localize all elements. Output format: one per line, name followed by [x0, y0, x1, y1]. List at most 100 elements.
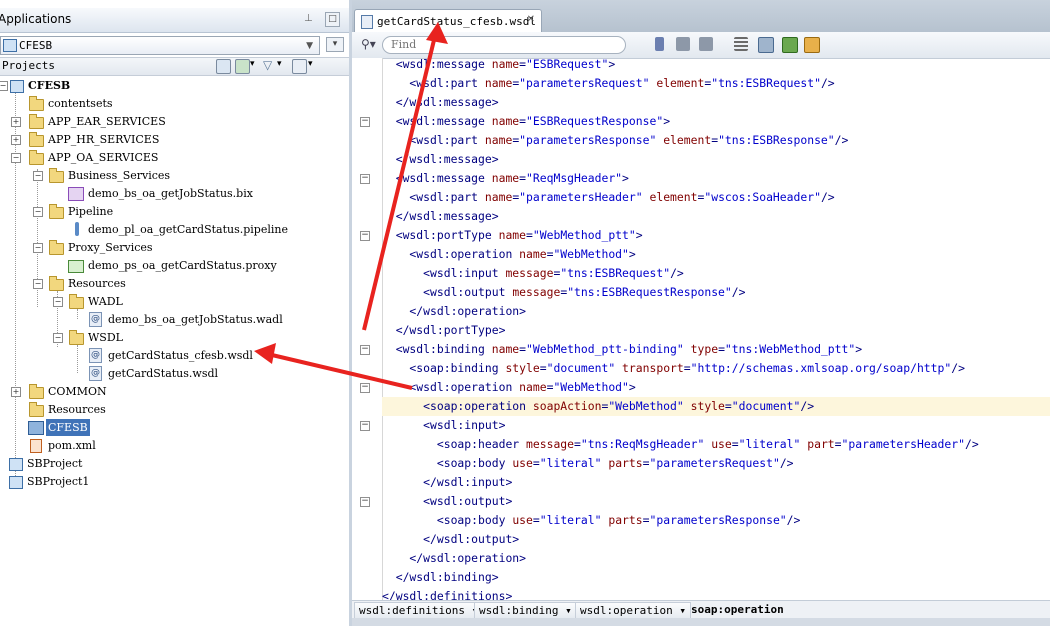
chevron-down-icon[interactable]: ▾ — [308, 59, 313, 69]
format-icon[interactable] — [734, 37, 748, 51]
code-line[interactable]: </wsdl:operation> — [382, 302, 1050, 321]
code-line[interactable]: <wsdl:operation name="WebMethod"> — [382, 378, 1050, 397]
chevron-down-icon[interactable]: ▼ — [306, 41, 313, 51]
breadcrumb-item[interactable]: wsdl:definitions ▾ — [354, 602, 484, 619]
application-selector[interactable]: CFESB ▼ — [0, 36, 320, 55]
proxy-service-icon — [68, 260, 84, 273]
code-line[interactable]: <soap:body use="literal" parts="paramete… — [382, 454, 1050, 473]
filter-icon[interactable]: ▽ — [263, 58, 272, 72]
editor-panel: getCardStatus_cfesb.wsdl ✕ ⚲▾ − − − − − − − <w… — [352, 0, 1050, 626]
code-line[interactable]: </wsdl:portType> — [382, 321, 1050, 340]
applications-title: Applications — [0, 12, 72, 26]
maximize-icon[interactable]: □ — [325, 12, 340, 27]
collapse-icon[interactable]: − — [53, 333, 63, 343]
business-service-icon — [68, 187, 84, 201]
breadcrumb-item-current[interactable]: soap:operation — [687, 602, 788, 617]
collapse-icon[interactable]: − — [33, 171, 43, 181]
collapse-icon[interactable]: − — [33, 243, 43, 253]
folder-icon — [49, 168, 64, 183]
bookmark-icon[interactable] — [655, 37, 664, 51]
collapse-icon[interactable]: − — [33, 279, 43, 289]
pin-icon[interactable]: ⊥ — [304, 13, 313, 24]
code-line[interactable]: <soap:body use="literal" parts="paramete… — [382, 511, 1050, 530]
code-line[interactable]: <wsdl:output message="tns:ESBRequestResp… — [382, 283, 1050, 302]
breadcrumb-item[interactable]: wsdl:binding ▾ — [474, 602, 577, 619]
tree-item-label: Resources — [68, 277, 126, 290]
code-line[interactable]: <wsdl:part name="parametersRequest" elem… — [382, 74, 1050, 93]
projects-bar: Projects ▾ ▽ ▾ ▾ — [0, 57, 349, 76]
tree-item-label: demo_bs_oa_getJobStatus.bix — [88, 187, 253, 200]
tree-item-label: APP_HR_SERVICES — [48, 133, 160, 146]
folder-icon — [29, 96, 44, 111]
code-line[interactable]: <soap:operation soapAction="WebMethod" s… — [382, 397, 1050, 416]
code-editor[interactable]: <wsdl:message name="ESBRequest"> <wsdl:p… — [382, 58, 1050, 600]
search-icon[interactable] — [216, 59, 231, 74]
code-line[interactable]: <wsdl:output> — [382, 492, 1050, 511]
project-icon — [9, 476, 23, 489]
find-field[interactable] — [382, 36, 626, 54]
code-line[interactable]: </wsdl:output> — [382, 530, 1050, 549]
find-input[interactable] — [391, 38, 611, 51]
code-line[interactable]: <soap:binding style="document" transport… — [382, 359, 1050, 378]
tree-item-label: CFESB — [46, 419, 90, 436]
folder-icon — [49, 240, 64, 255]
code-line[interactable]: <wsdl:message name="ESBRequestResponse"> — [382, 112, 1050, 131]
chevron-down-icon[interactable]: ▾ — [250, 59, 255, 69]
collapse-icon[interactable]: − — [33, 207, 43, 217]
fold-toggle-icon[interactable]: − — [360, 497, 370, 507]
tree-item-label: CFESB — [28, 79, 71, 92]
next-bookmark-icon[interactable] — [699, 37, 713, 51]
code-line[interactable]: <wsdl:message name="ReqMsgHeader"> — [382, 169, 1050, 188]
validate-icon[interactable] — [758, 37, 774, 53]
tab-getcardstatus-cfesb-wsdl[interactable]: getCardStatus_cfesb.wsdl ✕ — [354, 9, 542, 33]
code-line[interactable]: <soap:header message="tns:ReqMsgHeader" … — [382, 435, 1050, 454]
layout-icon[interactable] — [804, 37, 820, 53]
fold-toggle-icon[interactable]: − — [360, 421, 370, 431]
run-icon[interactable] — [782, 37, 798, 53]
collapse-icon[interactable]: − — [53, 297, 63, 307]
code-line[interactable]: </wsdl:message> — [382, 93, 1050, 112]
fold-toggle-icon[interactable]: − — [360, 174, 370, 184]
tree-item-label: SBProject1 — [27, 475, 90, 488]
fold-toggle-icon[interactable]: − — [360, 345, 370, 355]
folder-icon — [29, 150, 44, 165]
refresh-icon[interactable] — [235, 59, 250, 74]
applications-titlebar: Applications ⊥ □ — [0, 8, 349, 33]
folder-icon — [49, 204, 64, 219]
code-line[interactable]: <wsdl:input message="tns:ESBRequest"/> — [382, 264, 1050, 283]
collapse-icon[interactable]: − — [11, 153, 21, 163]
close-icon[interactable]: ✕ — [527, 14, 535, 25]
project-icon — [9, 458, 23, 471]
collapse-icon[interactable]: − — [0, 81, 8, 91]
search-icon[interactable]: ⚲▾ — [361, 37, 376, 51]
expand-icon[interactable]: + — [11, 387, 21, 397]
application-menu-button[interactable]: ▾ — [326, 37, 344, 52]
code-line[interactable]: </wsdl:definitions> — [382, 587, 1050, 600]
code-line[interactable]: <wsdl:portType name="WebMethod_ptt"> — [382, 226, 1050, 245]
tree-item-label: APP_OA_SERVICES — [48, 151, 159, 164]
previous-bookmark-icon[interactable] — [676, 37, 690, 51]
code-line[interactable]: <wsdl:operation name="WebMethod"> — [382, 245, 1050, 264]
code-line[interactable]: <wsdl:message name="ESBRequest"> — [382, 58, 1050, 74]
fold-toggle-icon[interactable]: − — [360, 231, 370, 241]
code-line[interactable]: </wsdl:message> — [382, 207, 1050, 226]
tree-item-label: demo_bs_oa_getJobStatus.wadl — [108, 313, 283, 326]
code-line[interactable]: </wsdl:operation> — [382, 549, 1050, 568]
code-line[interactable]: </wsdl:input> — [382, 473, 1050, 492]
code-line[interactable]: <wsdl:part name="parametersResponse" ele… — [382, 131, 1050, 150]
fold-toggle-icon[interactable]: − — [360, 383, 370, 393]
code-line[interactable]: </wsdl:binding> — [382, 568, 1050, 587]
code-line[interactable]: <wsdl:input> — [382, 416, 1050, 435]
chevron-down-icon[interactable]: ▾ — [277, 59, 282, 69]
breadcrumb-item[interactable]: wsdl:operation ▾ — [575, 602, 691, 619]
code-line[interactable]: </wsdl:message> — [382, 150, 1050, 169]
expand-icon[interactable]: + — [11, 135, 21, 145]
fold-toggle-icon[interactable]: − — [360, 117, 370, 127]
tree-item-label: getCardStatus.wsdl — [108, 367, 219, 380]
expand-icon[interactable]: + — [11, 117, 21, 127]
tree-item-label: Resources — [48, 403, 106, 416]
editor-bottom-tabs[interactable] — [352, 618, 1050, 626]
code-line[interactable]: <wsdl:binding name="WebMethod_ptt-bindin… — [382, 340, 1050, 359]
tree-options-icon[interactable] — [292, 59, 307, 74]
code-line[interactable]: <wsdl:part name="parametersHeader" eleme… — [382, 188, 1050, 207]
